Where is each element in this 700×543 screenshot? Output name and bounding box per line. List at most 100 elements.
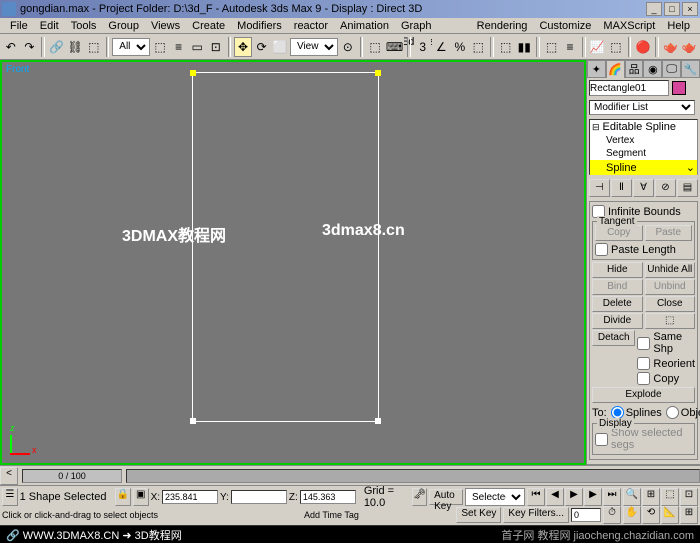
set-key-button[interactable]: Set Key	[456, 507, 501, 523]
move-button[interactable]: ✥	[234, 37, 252, 57]
close-button[interactable]: ×	[682, 2, 698, 16]
min-max-toggle-button[interactable]: ⊞	[680, 506, 698, 524]
current-frame-input[interactable]	[571, 508, 601, 522]
angle-snap-button[interactable]: ∠	[432, 37, 450, 57]
pin-stack-button[interactable]: ⊣	[589, 179, 610, 197]
percent-snap-button[interactable]: %	[451, 37, 469, 57]
show-end-result-button[interactable]: Ⅱ	[611, 179, 632, 197]
menu-maxscript[interactable]: MAXScript	[597, 18, 661, 33]
selection-filter-dropdown[interactable]: All	[112, 38, 150, 56]
pivot-button[interactable]: ⊙	[339, 37, 357, 57]
unbind-button[interactable]: Unbind	[645, 279, 696, 295]
mirror-button[interactable]: ▮▮	[515, 37, 533, 57]
menu-rendering[interactable]: Rendering	[471, 18, 534, 33]
vertex-handle[interactable]	[190, 70, 196, 76]
absolute-relative-button[interactable]: ▣	[133, 488, 149, 506]
undo-button[interactable]: ↶	[2, 37, 20, 57]
y-coord-input[interactable]	[231, 490, 287, 504]
select-by-name-button[interactable]: ≡	[170, 37, 188, 57]
next-frame-button[interactable]: ▶	[584, 488, 602, 506]
pan-button[interactable]: ✋	[623, 506, 641, 524]
display-tab[interactable]: 🖵	[662, 60, 681, 78]
scale-button[interactable]: ⬜	[271, 37, 289, 57]
stack-item-editable-spline[interactable]: ⊟Editable Spline	[590, 120, 697, 134]
show-selected-segs-checkbox[interactable]	[595, 433, 608, 446]
minimize-button[interactable]: _	[646, 2, 662, 16]
mini-curve-editor-button[interactable]: ☰	[2, 488, 18, 506]
paste-length-checkbox[interactable]	[595, 243, 608, 256]
vertex-handle[interactable]	[375, 418, 381, 424]
vertex-handle[interactable]	[375, 70, 381, 76]
add-time-tag[interactable]: Add Time Tag	[304, 510, 359, 520]
menu-file[interactable]: File	[4, 18, 34, 33]
detach-button[interactable]: Detach	[592, 330, 635, 346]
rotate-button[interactable]: ⟳	[253, 37, 271, 57]
zoom-extents-button[interactable]: ⬚	[661, 488, 679, 506]
field-of-view-button[interactable]: 📐	[661, 506, 679, 524]
explode-button[interactable]: Explode	[592, 387, 695, 403]
stack-sub-spline[interactable]: Spline⌄	[590, 160, 697, 175]
ref-coord-dropdown[interactable]: View	[290, 38, 338, 56]
menu-customize[interactable]: Customize	[533, 18, 597, 33]
layers-button[interactable]: ≡	[561, 37, 579, 57]
menu-create[interactable]: Create	[186, 18, 231, 33]
schematic-view-button[interactable]: ⬚	[607, 37, 625, 57]
select-button[interactable]: ⬚	[151, 37, 169, 57]
hide-button[interactable]: Hide	[592, 262, 643, 278]
modify-tab[interactable]: 🌈	[606, 60, 625, 78]
menu-edit[interactable]: Edit	[34, 18, 65, 33]
goto-start-button[interactable]: ⏮	[527, 488, 545, 506]
divide-spinner[interactable]: ⬚	[645, 313, 696, 329]
time-config-button[interactable]: ⏱	[603, 506, 621, 524]
close-spline-button[interactable]: Close	[645, 296, 696, 312]
surface-properties-rollout[interactable]: Surface Properties	[587, 464, 700, 465]
arc-rotate-button[interactable]: ⟲	[642, 506, 660, 524]
menu-views[interactable]: Views	[145, 18, 186, 33]
motion-tab[interactable]: ◉	[643, 60, 662, 78]
render-scene-button[interactable]: 🫖	[662, 37, 680, 57]
play-button[interactable]: ▶	[565, 488, 583, 506]
unhide-all-button[interactable]: Unhide All	[645, 262, 696, 278]
spinner-snap-button[interactable]: ⬚	[470, 37, 488, 57]
hierarchy-tab[interactable]: 品	[625, 60, 644, 78]
window-crossing-button[interactable]: ⊡	[207, 37, 225, 57]
z-coord-input[interactable]	[300, 490, 356, 504]
modifier-stack[interactable]: ⊟Editable Spline Vertex Segment Spline⌄	[589, 119, 698, 175]
track-bar[interactable]	[126, 469, 700, 483]
material-editor-button[interactable]: 🔴	[634, 37, 652, 57]
named-selection-button[interactable]: ⬚	[497, 37, 515, 57]
redo-button[interactable]: ↷	[21, 37, 39, 57]
menu-modifiers[interactable]: Modifiers	[231, 18, 288, 33]
auto-key-button[interactable]: Auto Key	[429, 489, 463, 505]
align-button[interactable]: ⬚	[543, 37, 561, 57]
menu-graph-editors[interactable]: Graph Editors	[395, 18, 471, 33]
lock-selection-button[interactable]: 🔒	[115, 488, 131, 506]
key-mode-dropdown[interactable]: Selected	[465, 488, 525, 506]
zoom-button[interactable]: 🔍	[623, 488, 641, 506]
stack-sub-vertex[interactable]: Vertex	[590, 134, 697, 147]
bind-button[interactable]: Bind	[592, 279, 643, 295]
track-bar-toggle[interactable]: <	[0, 467, 18, 485]
time-slider[interactable]: 0 / 100	[22, 469, 122, 483]
copy-tangent-button[interactable]: Copy	[595, 225, 643, 241]
x-coord-input[interactable]	[162, 490, 218, 504]
menu-animation[interactable]: Animation	[334, 18, 395, 33]
viewport-front[interactable]: Front 3DMAX教程网 3dmax8.cn z x	[0, 60, 586, 465]
copy-checkbox[interactable]	[637, 372, 650, 385]
snap-toggle-button[interactable]: 3	[414, 37, 432, 57]
maximize-button[interactable]: □	[664, 2, 680, 16]
create-tab[interactable]: ✦	[587, 60, 606, 78]
quick-render-button[interactable]: 🫖	[680, 37, 698, 57]
delete-button[interactable]: Delete	[592, 296, 643, 312]
to-objects-radio[interactable]	[666, 406, 679, 419]
manipulate-button[interactable]: ⬚	[366, 37, 384, 57]
object-name-input[interactable]	[589, 80, 669, 96]
modifier-list-dropdown[interactable]: Modifier List	[589, 100, 695, 115]
prev-frame-button[interactable]: ◀	[546, 488, 564, 506]
select-region-button[interactable]: ▭	[188, 37, 206, 57]
utilities-tab[interactable]: 🔧	[681, 60, 700, 78]
vertex-handle[interactable]	[190, 418, 196, 424]
menu-reactor[interactable]: reactor	[288, 18, 334, 33]
menu-help[interactable]: Help	[661, 18, 696, 33]
goto-end-button[interactable]: ⏭	[603, 488, 621, 506]
